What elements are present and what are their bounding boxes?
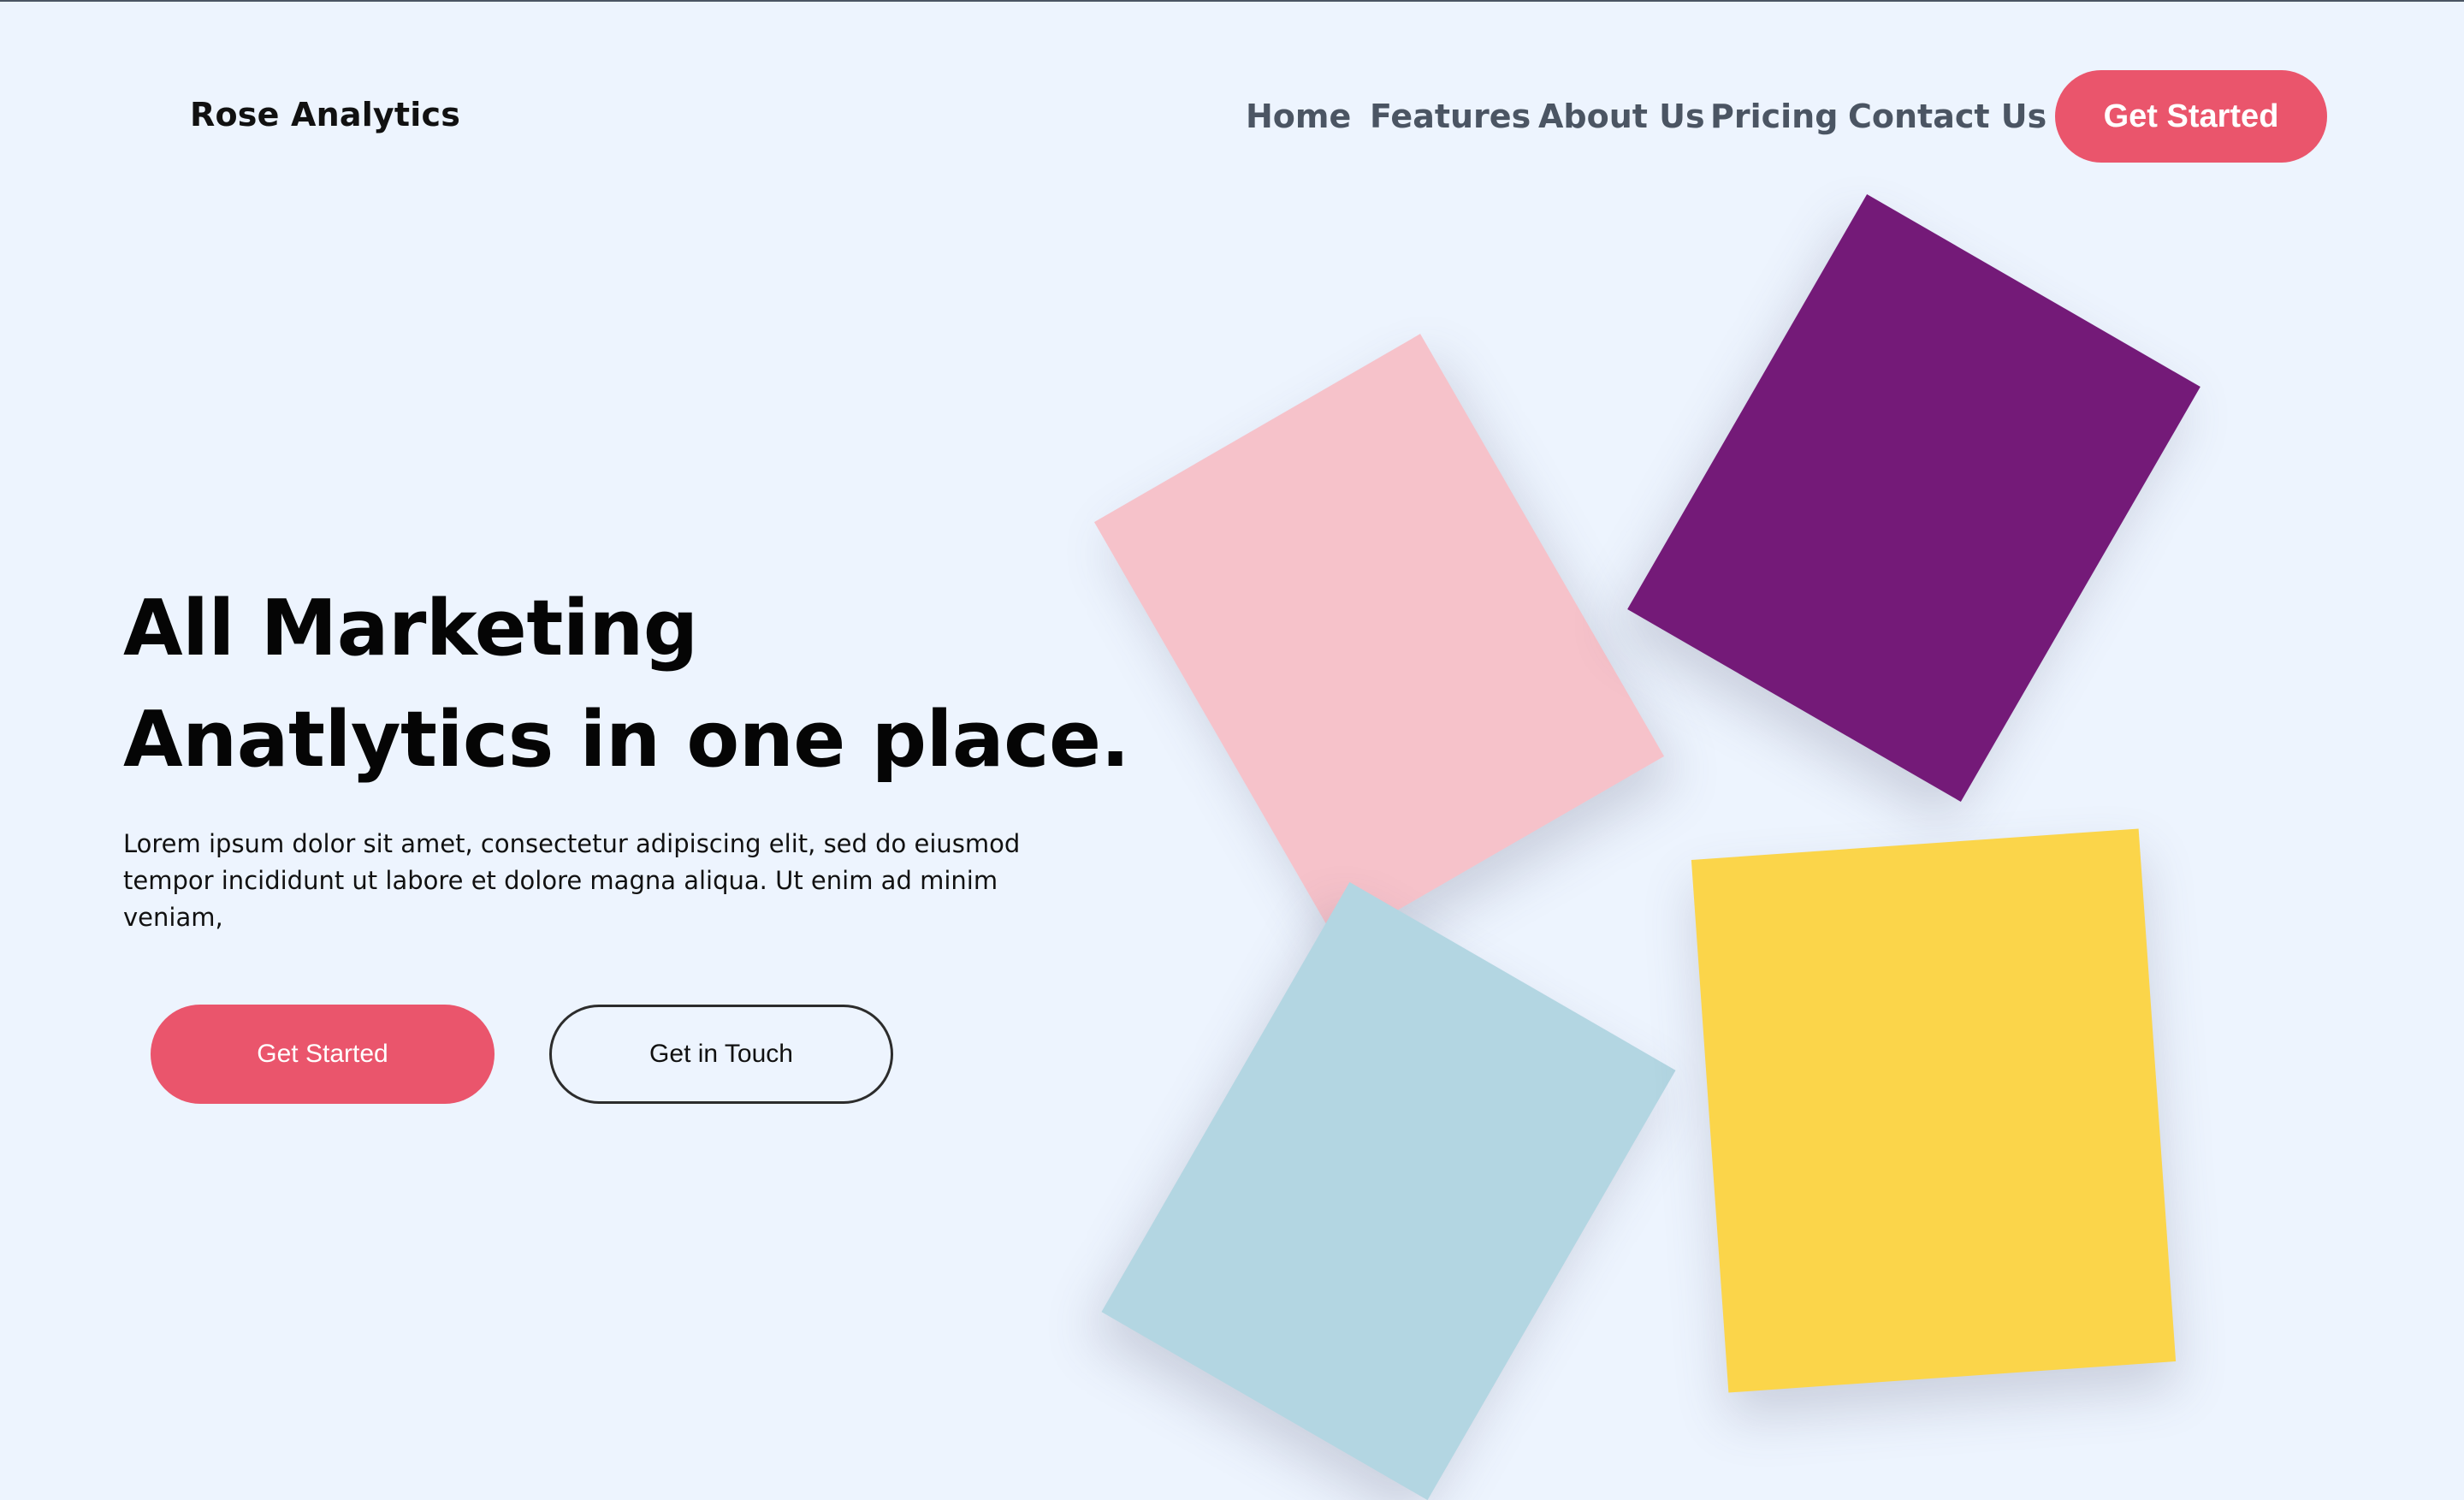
hero-get-in-touch-button[interactable]: Get in Touch [549, 1005, 893, 1104]
hero-title: All Marketing Anatlytics in one place. [123, 573, 1130, 796]
nav-home[interactable]: Home [1246, 98, 1351, 135]
blue-card [1101, 881, 1676, 1500]
nav-features[interactable]: Features [1370, 98, 1531, 135]
hero-get-started-button[interactable]: Get Started [151, 1005, 495, 1104]
hero-description: Lorem ipsum dolor sit amet, consectetur … [123, 829, 1021, 932]
nav-pricing[interactable]: Pricing [1710, 98, 1838, 135]
header-get-started-button[interactable]: Get Started [2055, 70, 2327, 163]
top-navigation: Home Features About Us Pricing Contact U… [0, 70, 2464, 164]
hero-title-line2: Anatlytics in one place. [123, 695, 1130, 785]
yellow-card [1691, 828, 2177, 1393]
nav-contact-us[interactable]: Contact Us [1848, 98, 2046, 135]
nav-about-us[interactable]: About Us [1538, 98, 1705, 135]
purple-card [1627, 194, 2200, 802]
pink-card [1093, 334, 1665, 945]
hero-title-line1: All Marketing [123, 584, 698, 673]
